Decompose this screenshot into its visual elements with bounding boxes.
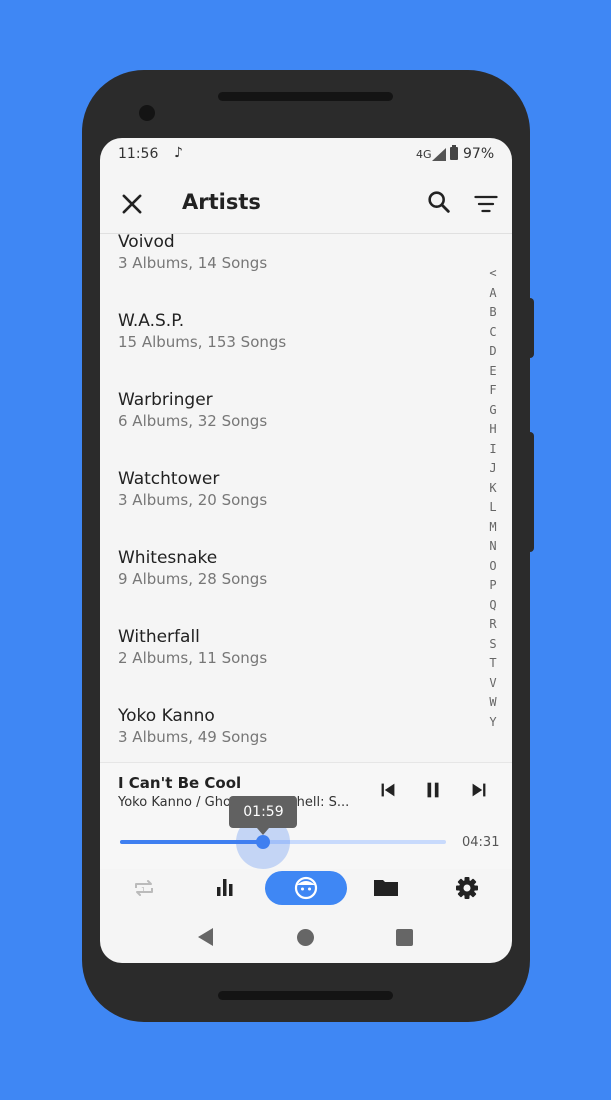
alphabet-letter[interactable]: A [482,284,504,304]
alphabet-letter[interactable]: M [482,518,504,538]
artist-name: Watchtower [118,469,220,489]
now-playing-bar[interactable]: I Can't Be Cool Yoko Kanno / Ghost in th… [100,762,512,869]
alphabet-letter[interactable]: N [482,537,504,557]
battery-icon [450,145,458,160]
alphabet-letter[interactable]: F [482,381,504,401]
artist-stats: 9 Albums, 28 Songs [118,570,268,588]
page-title: Artists [182,190,261,214]
alphabet-letter[interactable]: P [482,576,504,596]
artist-stats: 3 Albums, 49 Songs [118,728,268,746]
settings-icon[interactable] [447,871,487,905]
artist-name: Witherfall [118,627,200,647]
alphabet-letter[interactable]: Y [482,713,504,733]
battery-percent: 97% [463,146,495,162]
alphabet-index[interactable]: < A B C D E F G H I J K L M N O P Q R S … [482,264,504,732]
seek-time-tooltip: 01:59 [229,796,298,835]
artist-list: Voivod 3 Albums, 14 Songs W.A.S.P. 15 Al… [100,234,480,762]
bottom-speaker [218,991,393,1000]
artist-stats: 15 Albums, 153 Songs [118,333,287,351]
bottom-navigation: 1 [100,868,512,910]
alphabet-letter[interactable]: T [482,654,504,674]
alphabet-letter[interactable]: < [482,264,504,284]
artist-name: Warbringer [118,390,213,410]
list-item[interactable]: Whitesnake 9 Albums, 28 Songs [118,548,458,620]
alphabet-letter[interactable]: R [482,615,504,635]
alphabet-letter[interactable]: V [482,674,504,694]
alphabet-letter[interactable]: I [482,440,504,460]
alphabet-letter[interactable]: S [482,635,504,655]
network-type: 4G [416,148,432,161]
alphabet-letter[interactable]: Q [482,596,504,616]
tab-artists[interactable] [265,871,347,905]
search-icon[interactable] [425,188,453,216]
artist-name: Yoko Kanno [118,706,215,726]
svg-text:1: 1 [141,886,145,894]
alphabet-letter[interactable]: L [482,498,504,518]
artist-name: Voivod [118,234,175,252]
system-navigation [100,918,512,958]
alphabet-letter[interactable]: W [482,693,504,713]
status-time: 11:56 [118,146,159,162]
home-icon[interactable] [297,929,314,946]
skip-previous-icon[interactable] [377,779,399,801]
list-item[interactable]: Yoko Kanno 3 Albums, 49 Songs [118,706,458,762]
list-item[interactable]: Warbringer 6 Albums, 32 Songs [118,390,458,462]
skip-next-icon[interactable] [468,779,490,801]
alphabet-letter[interactable]: J [482,459,504,479]
app-bar: Artists [100,178,512,234]
alphabet-letter[interactable]: B [482,303,504,323]
artist-stats: 3 Albums, 14 Songs [118,254,268,272]
earpiece-speaker [218,92,393,101]
sort-icon[interactable] [472,190,500,218]
artist-stats: 3 Albums, 20 Songs [118,491,268,509]
alphabet-letter[interactable]: E [482,362,504,382]
equalizer-icon[interactable] [205,871,245,905]
alphabet-letter[interactable]: G [482,401,504,421]
signal-icon [432,148,446,161]
status-bar: 11:56 ♪ 4G 97% [100,138,512,172]
list-item[interactable]: Voivod 3 Albums, 14 Songs [118,234,458,304]
artist-name: W.A.S.P. [118,311,185,331]
repeat-one-icon[interactable]: 1 [124,871,164,905]
pause-icon[interactable] [422,779,444,801]
recents-icon[interactable] [396,929,413,946]
list-item[interactable]: Watchtower 3 Albums, 20 Songs [118,469,458,541]
screen: 11:56 ♪ 4G 97% Artists Voivod 3 Albums, … [100,138,512,963]
artist-stats: 6 Albums, 32 Songs [118,412,268,430]
list-item[interactable]: W.A.S.P. 15 Albums, 153 Songs [118,311,458,383]
back-icon[interactable] [198,928,213,946]
total-time: 04:31 [462,835,500,850]
artist-name: Whitesnake [118,548,218,568]
track-title: I Can't Be Cool [118,774,242,792]
artist-face-icon [294,876,318,900]
list-item[interactable]: Witherfall 2 Albums, 11 Songs [118,627,458,699]
alphabet-letter[interactable]: C [482,323,504,343]
front-camera [139,105,155,121]
folder-icon[interactable] [366,871,406,905]
alphabet-letter[interactable]: O [482,557,504,577]
seek-bar[interactable]: 01:59 [120,796,446,869]
alphabet-letter[interactable]: K [482,479,504,499]
close-icon[interactable] [118,190,146,218]
alphabet-letter[interactable]: D [482,342,504,362]
alphabet-letter[interactable]: H [482,420,504,440]
music-note-icon: ♪ [174,145,183,161]
artist-stats: 2 Albums, 11 Songs [118,649,268,667]
